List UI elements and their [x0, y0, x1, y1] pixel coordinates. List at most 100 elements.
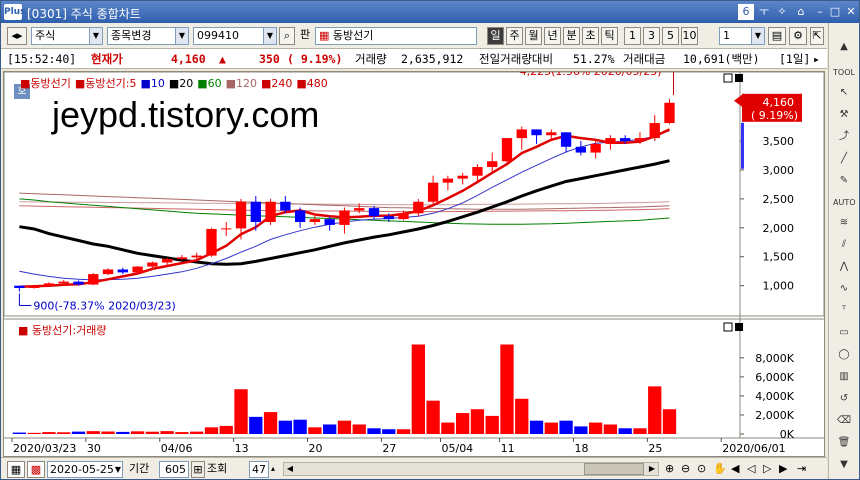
- grid-icon[interactable]: ▤: [768, 27, 786, 45]
- chart-area[interactable]: 1,000 1,500 2,000 2,500 3,000 3,500 0K 2,000K 4,…: [3, 65, 825, 457]
- step-right-icon[interactable]: ▷: [763, 461, 771, 478]
- candle-body-9: [147, 262, 158, 267]
- candle-body-36: [546, 132, 557, 136]
- candle-body-22: [339, 210, 350, 225]
- volume-bar-22: [337, 420, 352, 434]
- zigzag-icon[interactable]: ⋀: [833, 257, 855, 277]
- volume-bar-38: [574, 426, 588, 434]
- right-toolbar: ▲ TOOL ↖ ⚒ ⤴ ╱ ✎ AUTO ≋ ⫽ ⋀ ∿ ᵀ ▭ ◯ ▥ ↺ …: [828, 23, 859, 479]
- fib-icon[interactable]: ≋: [833, 213, 855, 233]
- scrollbar-track[interactable]: ◀ ▶: [283, 462, 659, 476]
- pin-icon[interactable]: ✧: [774, 4, 790, 20]
- volume-bar-32: [485, 415, 499, 434]
- search-icon[interactable]: ⌕: [279, 27, 295, 45]
- close-icon[interactable]: ✕: [844, 4, 858, 20]
- scrollbar-thumb[interactable]: [584, 463, 644, 475]
- calendar-alt-icon[interactable]: ▩: [27, 461, 45, 478]
- prev-next-arrows-icon[interactable]: ◂▸: [7, 27, 27, 45]
- volume-bar-29: [441, 422, 455, 434]
- wave-icon[interactable]: ∿: [833, 279, 855, 299]
- scroll-left-icon[interactable]: ◀: [284, 463, 296, 475]
- step-left-icon[interactable]: ◁: [747, 461, 755, 478]
- zoom-in-icon[interactable]: ⊕: [665, 461, 674, 478]
- zoom-out-icon[interactable]: ⊖: [681, 461, 690, 478]
- current-price-label: 4,160: [763, 96, 795, 109]
- title-bar: Plus [0301] 주식 종합차트 6 ㅜ ✧ ⌂ – □ ✕: [1, 1, 859, 23]
- box-icon[interactable]: ▭: [833, 323, 855, 343]
- wrench-icon[interactable]: ⚒: [833, 105, 855, 125]
- period-input[interactable]: 605: [159, 461, 189, 478]
- x-tick-label-9: 25: [648, 442, 662, 455]
- volume-bar-25: [382, 429, 396, 434]
- interval-button-5[interactable]: 5: [662, 27, 679, 45]
- channel-icon[interactable]: ⫽: [833, 235, 855, 255]
- ellipse-icon[interactable]: ◯: [833, 345, 855, 365]
- panel-icon[interactable]: ▥: [833, 367, 855, 387]
- gear-icon[interactable]: ⚙: [789, 27, 807, 45]
- stepper-icon[interactable]: ▴: [271, 461, 279, 478]
- period-button-6[interactable]: 틱: [601, 27, 618, 45]
- restore-icon[interactable]: ⌂: [793, 4, 809, 20]
- draw-icon[interactable]: ✎: [833, 171, 855, 191]
- volume-bar-19: [293, 419, 307, 434]
- watermark-text: jeypd.tistory.com: [52, 94, 320, 135]
- hand-icon[interactable]: ✋: [713, 461, 727, 478]
- volume-legend-text: 동방선기:거래량: [31, 324, 107, 337]
- candle-body-0: [14, 285, 25, 289]
- period-button-1[interactable]: 주: [506, 27, 523, 45]
- candle-body-39: [590, 143, 601, 153]
- trash-icon[interactable]: 🗑: [833, 433, 855, 453]
- last-icon[interactable]: ⇥: [797, 461, 806, 478]
- volume-tick-label-0: 0K: [780, 428, 795, 441]
- arrow-right-icon[interactable]: ▶: [779, 461, 787, 478]
- cursor-icon[interactable]: ↖: [833, 83, 855, 103]
- period-button-3[interactable]: 년: [544, 27, 561, 45]
- period-button-2[interactable]: 월: [525, 27, 542, 45]
- candle-body-4: [73, 281, 84, 285]
- eraser-icon[interactable]: ⌫: [833, 411, 855, 431]
- arrow-left-icon[interactable]: ◀: [731, 461, 739, 478]
- line-icon[interactable]: ╱: [833, 149, 855, 169]
- interval-button-10[interactable]: 10: [681, 27, 698, 45]
- count-select[interactable]: 1 ▼: [719, 27, 765, 45]
- undo-icon[interactable]: ↺: [833, 389, 855, 409]
- volume-tick-label-1: 2,000K: [755, 409, 794, 422]
- scroll-right-icon[interactable]: ▶: [646, 463, 658, 475]
- date-picker[interactable]: 2020-05-25 ▼: [47, 461, 123, 478]
- scroll-down-icon[interactable]: ▼: [833, 455, 855, 475]
- legend-item-5: ■120: [225, 77, 258, 90]
- interval-button-1[interactable]: 1: [624, 27, 641, 45]
- period-button-5[interactable]: 초: [582, 27, 599, 45]
- volume-bar-2: [42, 432, 56, 434]
- text-icon[interactable]: ᵀ: [833, 301, 855, 321]
- view-count-input[interactable]: 47: [249, 461, 269, 478]
- auto-label[interactable]: AUTO: [833, 193, 856, 213]
- candle-body-27: [413, 201, 424, 214]
- period-button-0[interactable]: 일: [487, 27, 504, 45]
- reset-zoom-icon[interactable]: ⊙: [697, 461, 706, 478]
- chevron-icon[interactable]: ▸: [813, 49, 820, 69]
- export-icon[interactable]: ⇱: [810, 27, 824, 45]
- market-select[interactable]: 주식 ▼: [31, 27, 103, 45]
- candle-body-18: [280, 201, 291, 211]
- interval-button-3[interactable]: 3: [643, 27, 660, 45]
- stock-name-field[interactable]: ▦ 동방선기: [315, 27, 477, 45]
- amount-value: 10,691(백만): [683, 52, 760, 66]
- stock-code-input[interactable]: 099410 ▼: [193, 27, 277, 45]
- chevron-down-icon: ▼: [751, 28, 764, 44]
- minimize-icon[interactable]: –: [813, 4, 827, 20]
- volume-bar-41: [618, 428, 632, 434]
- candle-body-28: [427, 182, 439, 202]
- dropdown-icon[interactable]: ㅜ: [757, 4, 771, 20]
- ma10-line: [19, 130, 670, 281]
- lookup-icon[interactable]: ⊞: [191, 461, 205, 478]
- x-tick-label-1: 30: [87, 442, 101, 455]
- badge-number[interactable]: 6: [738, 4, 754, 20]
- volume-label: 거래량: [355, 52, 387, 66]
- change-item-select[interactable]: 종목변경 ▼: [107, 27, 189, 45]
- maximize-icon[interactable]: □: [828, 4, 842, 20]
- scroll-up-icon[interactable]: ▲: [833, 37, 855, 57]
- calendar-icon[interactable]: ▦: [7, 461, 25, 478]
- trend-icon[interactable]: ⤴: [833, 127, 855, 147]
- period-button-4[interactable]: 분: [563, 27, 580, 45]
